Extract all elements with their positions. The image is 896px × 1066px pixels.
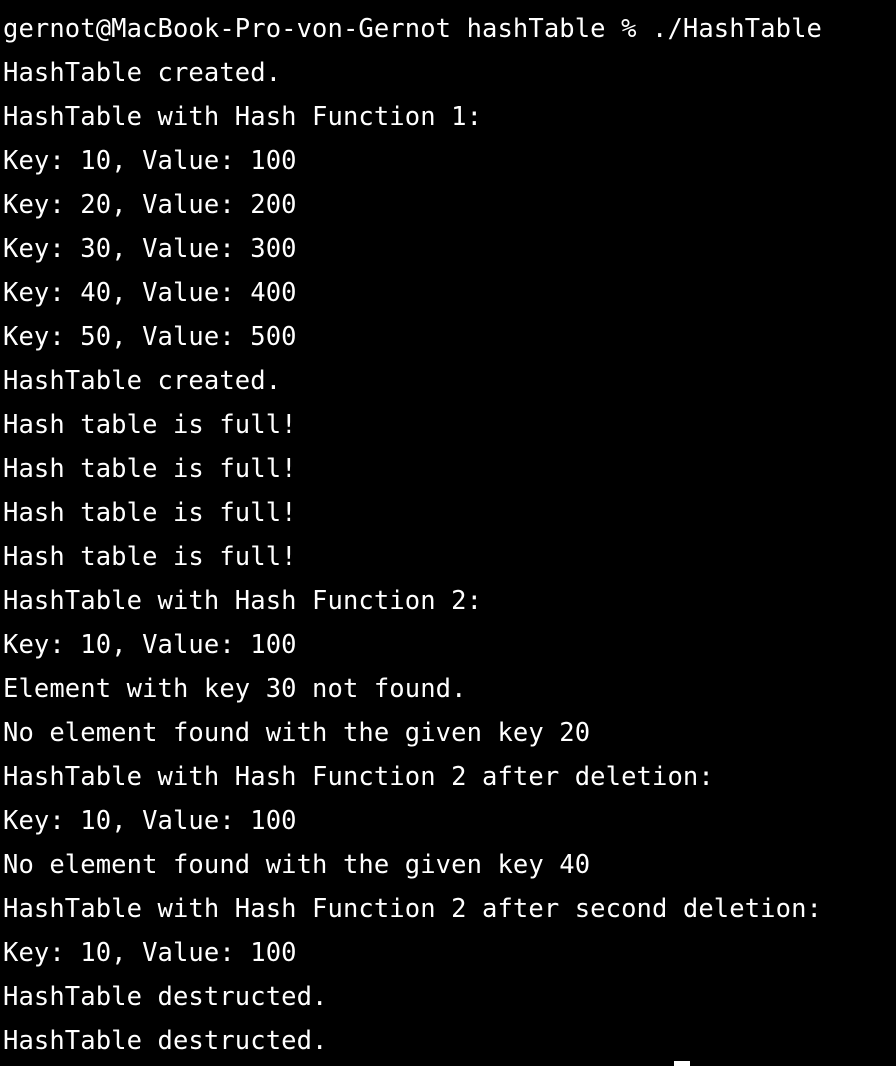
output-line: Key: 10, Value: 100 — [3, 938, 297, 968]
output-line: Element with key 30 not found. — [3, 674, 467, 704]
output-line: Hash table is full! — [3, 410, 297, 440]
output-line: Key: 40, Value: 400 — [3, 278, 297, 308]
output-line: HashTable destructed. — [3, 1026, 328, 1056]
text-cursor — [674, 1061, 690, 1066]
terminal-window[interactable]: gernot@MacBook-Pro-von-Gernot hashTable … — [0, 0, 896, 1066]
output-line: Hash table is full! — [3, 498, 297, 528]
output-line: Hash table is full! — [3, 542, 297, 572]
output-line: No element found with the given key 40 — [3, 850, 591, 880]
command-prompt-line: gernot@MacBook-Pro-von-Gernot hashTable … — [3, 14, 822, 44]
output-line: HashTable created. — [3, 366, 282, 396]
output-line: Hash table is full! — [3, 454, 297, 484]
output-line: HashTable created. — [3, 58, 282, 88]
output-line: HashTable with Hash Function 1: — [3, 102, 483, 132]
output-line: No element found with the given key 20 — [3, 718, 591, 748]
output-line: Key: 10, Value: 100 — [3, 806, 297, 836]
output-line: HashTable with Hash Function 2 after del… — [3, 762, 714, 792]
output-line: Key: 30, Value: 300 — [3, 234, 297, 264]
output-line: Key: 10, Value: 100 — [3, 146, 297, 176]
output-line: HashTable with Hash Function 2 after sec… — [3, 894, 822, 924]
output-line: HashTable destructed. — [3, 982, 328, 1012]
output-line: Key: 50, Value: 500 — [3, 322, 297, 352]
output-line: Key: 10, Value: 100 — [3, 630, 297, 660]
output-line: HashTable with Hash Function 2: — [3, 586, 483, 616]
output-line: Key: 20, Value: 200 — [3, 190, 297, 220]
